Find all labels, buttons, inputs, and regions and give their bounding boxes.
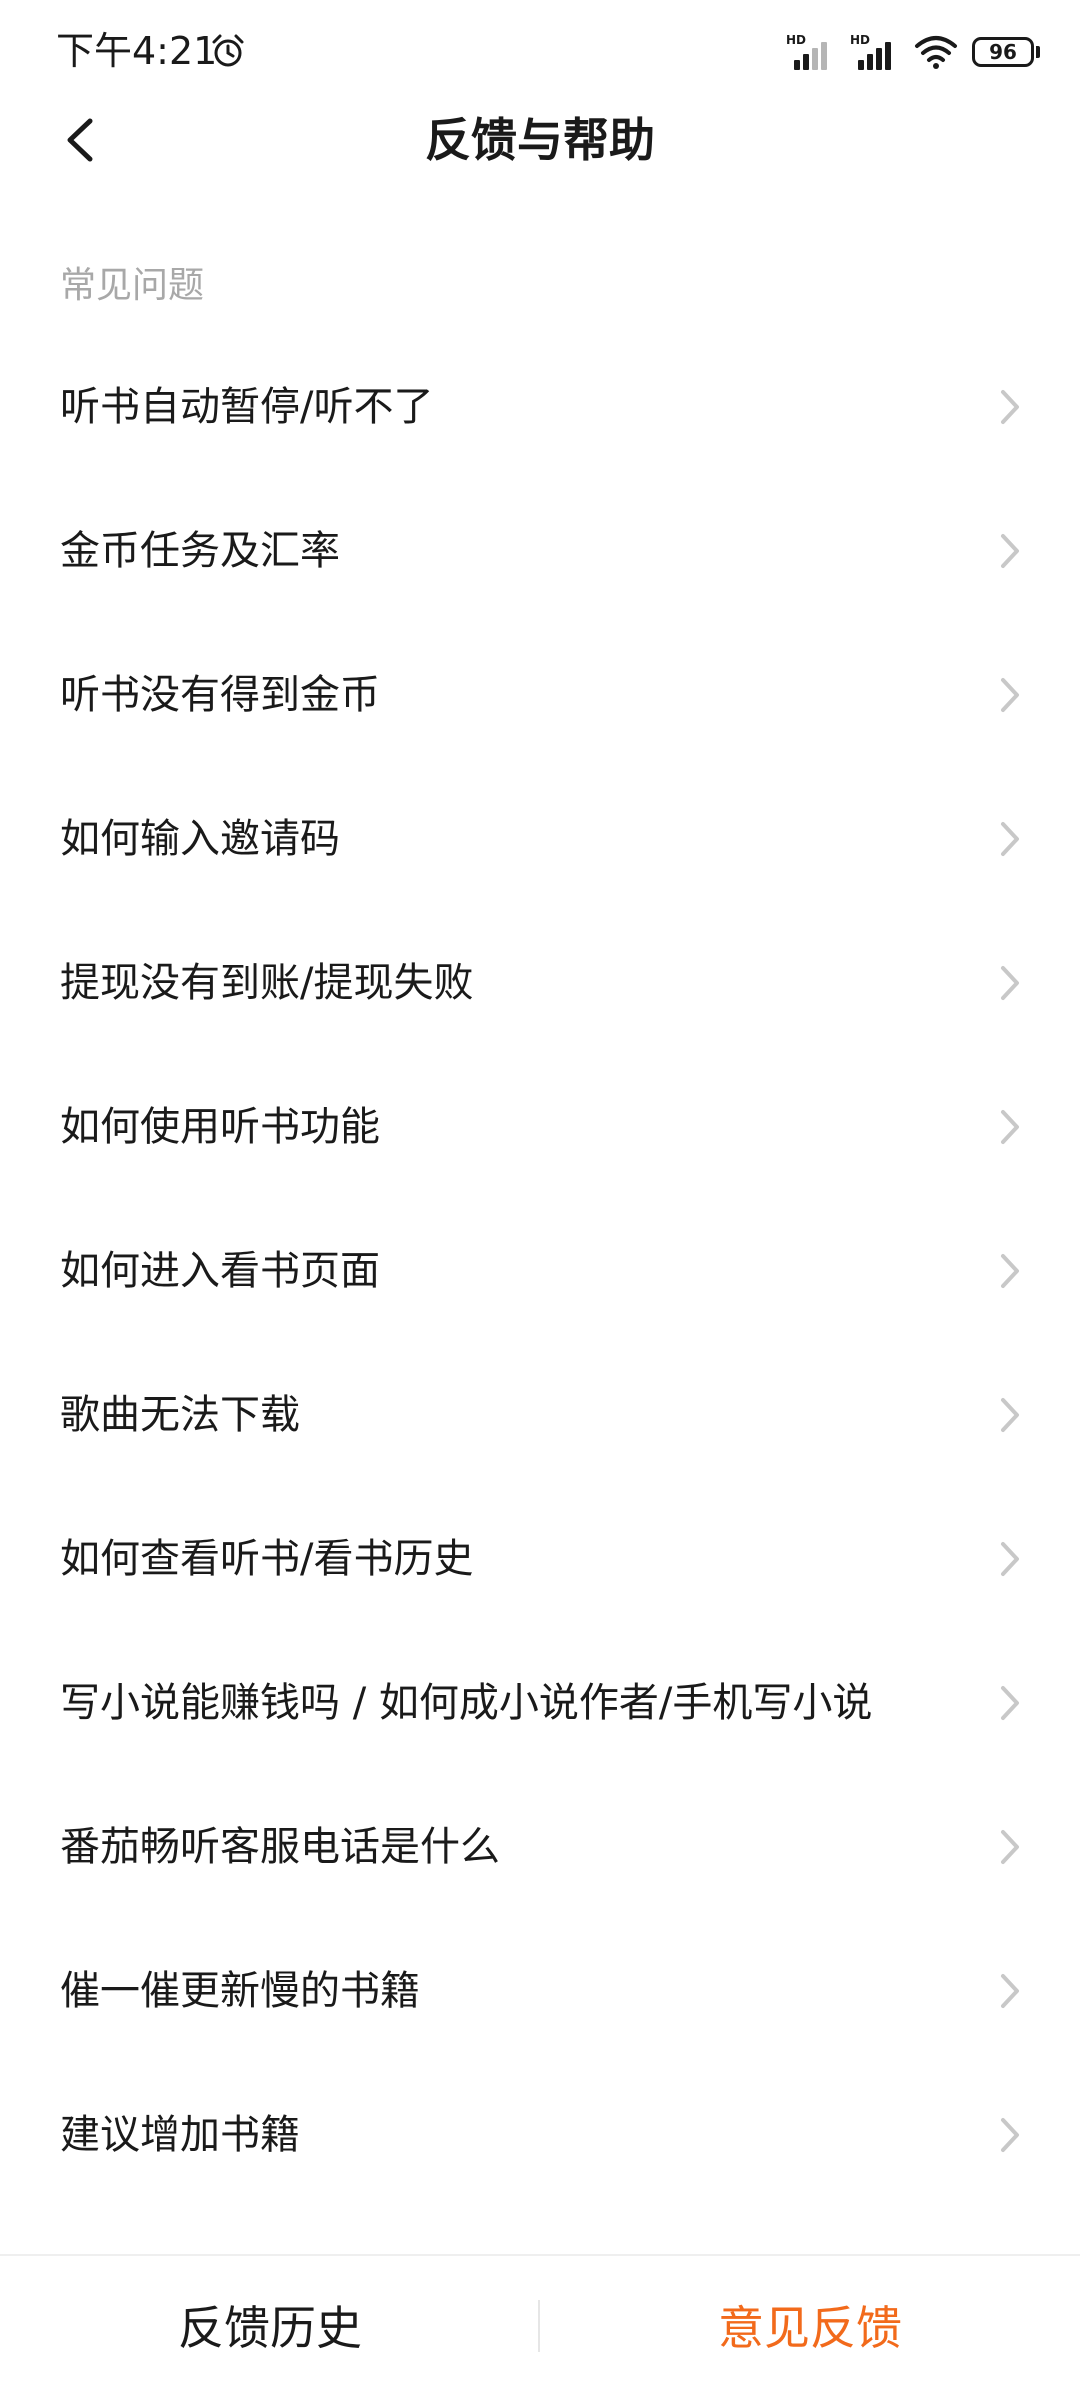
section-title: 常见问题 [60,265,205,306]
faq-item[interactable]: 催一催更新慢的书籍 [0,1919,1080,2063]
faq-item[interactable]: 金币任务及汇率 [0,479,1080,623]
faq-item-label: 如何进入看书页面 [60,1248,380,1294]
faq-item[interactable]: 如何输入邀请码 [0,767,1080,911]
status-icons: HD HD 96 [786,32,1040,72]
faq-item-label: 听书没有得到金币 [60,672,380,718]
faq-item[interactable]: 听书自动暂停/听不了 [0,335,1080,479]
chevron-right-icon [1001,822,1019,856]
alarm-clock-icon [212,34,244,67]
chevron-right-icon [1001,1974,1019,2008]
faq-item[interactable]: 提现没有到账/提现失败 [0,911,1080,1055]
faq-item-label: 歌曲无法下载 [60,1392,300,1438]
bottom-action-bar: 反馈历史 意见反馈 [0,2254,1080,2400]
faq-list: 听书自动暂停/听不了 金币任务及汇率 听书没有得到金币 如何输入邀请码 提现没有… [0,335,1080,2207]
faq-item-label: 提现没有到账/提现失败 [60,960,474,1006]
chevron-right-icon [1001,1686,1019,1720]
chevron-right-icon [1001,534,1019,568]
faq-item[interactable]: 建议增加书籍 [0,2063,1080,2207]
chevron-right-icon [1001,390,1019,424]
battery-level: 96 [972,37,1034,67]
faq-item-label: 番茄畅听客服电话是什么 [60,1824,500,1870]
status-time: 下午4:21 [56,29,218,73]
feedback-history-button[interactable]: 反馈历史 [0,2256,540,2400]
faq-item-label: 如何输入邀请码 [60,816,340,862]
submit-feedback-button[interactable]: 意见反馈 [540,2256,1080,2400]
page-title: 反馈与帮助 [425,113,655,167]
faq-item-label: 如何使用听书功能 [60,1104,380,1150]
divider [538,2300,540,2352]
faq-item-label: 建议增加书籍 [60,2112,300,2158]
faq-item[interactable]: 如何使用听书功能 [0,1055,1080,1199]
chevron-right-icon [1001,1830,1019,1864]
faq-item[interactable]: 如何查看听书/看书历史 [0,1487,1080,1631]
faq-item[interactable]: 写小说能赚钱吗 / 如何成小说作者/手机写小说 [0,1631,1080,1775]
faq-item[interactable]: 如何进入看书页面 [0,1199,1080,1343]
cell-signal-2-icon: HD [850,34,900,70]
chevron-right-icon [1001,966,1019,1000]
status-bar: 下午4:21 HD HD 96 [0,0,1080,100]
faq-item-label: 听书自动暂停/听不了 [60,384,434,430]
header: 反馈与帮助 [0,100,1080,280]
chevron-right-icon [1001,1398,1019,1432]
faq-item[interactable]: 听书没有得到金币 [0,623,1080,767]
chevron-right-icon [1001,678,1019,712]
faq-item[interactable]: 歌曲无法下载 [0,1343,1080,1487]
faq-item-label: 如何查看听书/看书历史 [60,1536,474,1582]
faq-item[interactable]: 番茄畅听客服电话是什么 [0,1775,1080,1919]
faq-item-label: 金币任务及汇率 [60,528,340,574]
chevron-right-icon [1001,1110,1019,1144]
chevron-right-icon [1001,1542,1019,1576]
wifi-icon [915,36,957,69]
chevron-right-icon [1001,2118,1019,2152]
chevron-right-icon [1001,1254,1019,1288]
cell-signal-1-icon: HD [786,34,836,70]
faq-item-label: 催一催更新慢的书籍 [60,1968,420,2014]
battery-icon: 96 [972,36,1040,68]
faq-item-label: 写小说能赚钱吗 / 如何成小说作者/手机写小说 [60,1680,873,1726]
